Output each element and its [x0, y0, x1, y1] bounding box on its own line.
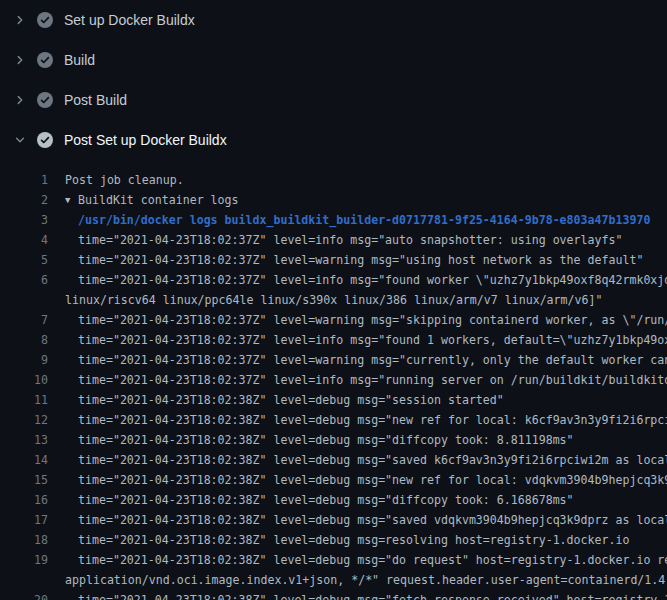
log-line: 13 time="2021-04-23T18:02:38Z" level=debu… [0, 430, 667, 450]
log-view: 1 Post job cleanup. 2 ▼BuildKit container l… [0, 160, 667, 600]
log-text: time="2021-04-23T18:02:38Z" level=debug … [78, 390, 504, 410]
chevron-down-icon[interactable] [12, 132, 28, 148]
log-text: time="2021-04-23T18:02:38Z" level=debug … [78, 590, 667, 600]
log-text: linux/riscv64 linux/ppc64le linux/s390x … [65, 290, 602, 310]
log-line: 6 time="2021-04-23T18:02:37Z" level=info … [0, 270, 667, 290]
log-line: 5 time="2021-04-23T18:02:37Z" level=warni… [0, 250, 667, 270]
log-text: Post job cleanup. [65, 170, 184, 190]
log-line: 17 time="2021-04-23T18:02:38Z" level=debu… [0, 510, 667, 530]
log-text: time="2021-04-23T18:02:37Z" level=info m… [78, 370, 667, 390]
line-number[interactable] [0, 290, 48, 310]
log-line-continuation: application/vnd.oci.image.index.v1+json,… [0, 570, 667, 590]
log-text: BuildKit container logs [78, 190, 239, 210]
log-line: 8 time="2021-04-23T18:02:37Z" level=info … [0, 330, 667, 350]
step-title: Set up Docker Buildx [64, 12, 195, 28]
log-text: time="2021-04-23T18:02:37Z" level=warnin… [78, 310, 667, 330]
log-text[interactable]: /usr/bin/docker logs buildx_buildkit_bui… [78, 210, 650, 230]
chevron-right-icon[interactable] [12, 52, 28, 68]
log-line: 19 time="2021-04-23T18:02:38Z" level=debu… [0, 550, 667, 570]
log-text: time="2021-04-23T18:02:38Z" level=debug … [78, 530, 629, 550]
check-circle-icon [37, 12, 53, 28]
log-text: time="2021-04-23T18:02:38Z" level=debug … [78, 550, 667, 570]
log-text: application/vnd.oci.image.index.v1+json,… [65, 570, 667, 590]
log-text: time="2021-04-23T18:02:38Z" level=debug … [78, 510, 667, 530]
line-number[interactable]: 18 [0, 530, 48, 550]
step-title: Post Set up Docker Buildx [64, 132, 227, 148]
step-header-build[interactable]: Build [0, 40, 667, 80]
check-circle-icon [37, 92, 53, 108]
line-number[interactable]: 17 [0, 510, 48, 530]
line-number[interactable]: 1 [0, 170, 48, 190]
log-text: time="2021-04-23T18:02:37Z" level=warnin… [78, 250, 643, 270]
log-line-continuation: linux/riscv64 linux/ppc64le linux/s390x … [0, 290, 667, 310]
steps-list: Set up Docker Buildx Build Post Build Post … [0, 0, 667, 160]
log-line: 1 Post job cleanup. [0, 170, 667, 190]
log-text: time="2021-04-23T18:02:37Z" level=info m… [78, 330, 667, 350]
line-number[interactable]: 14 [0, 450, 48, 470]
log-text: time="2021-04-23T18:02:38Z" level=debug … [78, 410, 667, 430]
step-header-set-up-docker-buildx[interactable]: Set up Docker Buildx [0, 0, 667, 40]
log-line: 16 time="2021-04-23T18:02:38Z" level=debu… [0, 490, 667, 510]
log-line: 18 time="2021-04-23T18:02:38Z" level=debu… [0, 530, 667, 550]
log-line: 20 time="2021-04-23T18:02:38Z" level=debu… [0, 590, 667, 600]
log-line: 12 time="2021-04-23T18:02:38Z" level=debu… [0, 410, 667, 430]
line-number[interactable]: 20 [0, 590, 48, 600]
line-number[interactable] [0, 570, 48, 590]
line-number[interactable]: 8 [0, 330, 48, 350]
log-line: 15 time="2021-04-23T18:02:38Z" level=debu… [0, 470, 667, 490]
line-number[interactable]: 7 [0, 310, 48, 330]
line-number[interactable]: 10 [0, 370, 48, 390]
log-line: 11 time="2021-04-23T18:02:38Z" level=debu… [0, 390, 667, 410]
step-title: Build [64, 52, 95, 68]
log-text: time="2021-04-23T18:02:38Z" level=debug … [78, 450, 667, 470]
log-line: 14 time="2021-04-23T18:02:38Z" level=debu… [0, 450, 667, 470]
log-line: 7 time="2021-04-23T18:02:37Z" level=warni… [0, 310, 667, 330]
line-number[interactable]: 11 [0, 390, 48, 410]
log-line: 10 time="2021-04-23T18:02:37Z" level=info… [0, 370, 667, 390]
log-text: time="2021-04-23T18:02:37Z" level=warnin… [78, 350, 667, 370]
step-header-post-build[interactable]: Post Build [0, 80, 667, 120]
collapse-triangle-icon[interactable]: ▼ [65, 190, 78, 210]
log-text: time="2021-04-23T18:02:38Z" level=debug … [78, 430, 574, 450]
log-text: time="2021-04-23T18:02:37Z" level=info m… [78, 270, 667, 290]
check-circle-icon [37, 132, 53, 148]
log-text: time="2021-04-23T18:02:37Z" level=info m… [78, 230, 622, 250]
line-number[interactable]: 6 [0, 270, 48, 290]
log-text: time="2021-04-23T18:02:38Z" level=debug … [78, 490, 574, 510]
line-number[interactable]: 15 [0, 470, 48, 490]
chevron-right-icon[interactable] [12, 92, 28, 108]
log-text: time="2021-04-23T18:02:38Z" level=debug … [78, 470, 667, 490]
line-number[interactable]: 3 [0, 210, 48, 230]
chevron-right-icon[interactable] [12, 12, 28, 28]
line-number[interactable]: 2 [0, 190, 48, 210]
line-number[interactable]: 5 [0, 250, 48, 270]
line-number[interactable]: 4 [0, 230, 48, 250]
log-line: 2 ▼BuildKit container logs [0, 190, 667, 210]
log-line-command: 3/usr/bin/docker logs buildx_buildkit_bu… [0, 210, 667, 230]
step-title: Post Build [64, 92, 127, 108]
check-circle-icon [37, 52, 53, 68]
line-number[interactable]: 16 [0, 490, 48, 510]
line-number[interactable]: 9 [0, 350, 48, 370]
step-header-post-set-up-docker-buildx[interactable]: Post Set up Docker Buildx [0, 120, 667, 160]
log-line: 4 time="2021-04-23T18:02:37Z" level=info … [0, 230, 667, 250]
line-number[interactable]: 13 [0, 430, 48, 450]
line-number[interactable]: 19 [0, 550, 48, 570]
log-line: 9 time="2021-04-23T18:02:37Z" level=warni… [0, 350, 667, 370]
line-number[interactable]: 12 [0, 410, 48, 430]
